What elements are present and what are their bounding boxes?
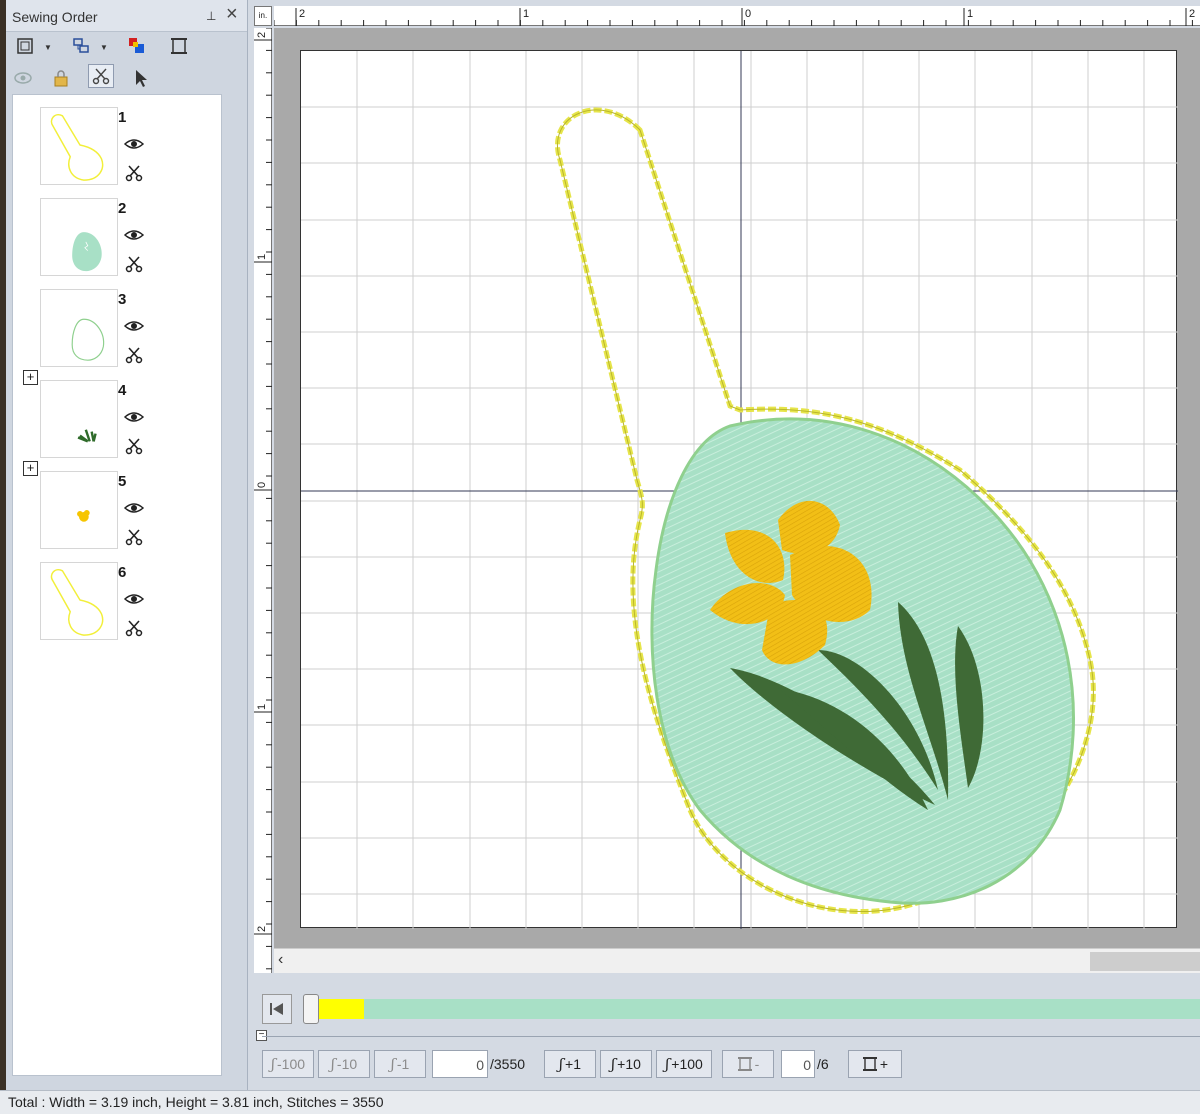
ruler-unit: in. bbox=[254, 6, 272, 26]
ruler-label: 2 bbox=[256, 32, 268, 38]
sewing-order-list: 1 2 3 + 4 + 5 6 bbox=[12, 94, 222, 1076]
sewing-order-item[interactable]: + 5 bbox=[13, 459, 223, 549]
button-label: + bbox=[879, 1056, 889, 1072]
color-block-thumbnail[interactable] bbox=[40, 107, 118, 185]
button-label: +10 bbox=[617, 1056, 641, 1072]
color-block-number: 4 bbox=[118, 382, 127, 399]
scrollbar-thumb[interactable] bbox=[1090, 952, 1200, 971]
seek-start-icon bbox=[270, 1003, 283, 1015]
sewing-order-item[interactable]: 1 bbox=[13, 95, 223, 185]
stitch-plus-10-button[interactable]: ʃ +10 bbox=[600, 1050, 652, 1078]
progress-slider-handle[interactable] bbox=[303, 994, 319, 1024]
stitch-plus-1-button[interactable]: ʃ +1 bbox=[544, 1050, 596, 1078]
ruler-label: 1 bbox=[256, 254, 268, 260]
stitch-number-field[interactable]: 0 bbox=[432, 1050, 488, 1078]
ruler-label: 1 bbox=[523, 8, 529, 20]
scroll-left-icon[interactable]: ‹ bbox=[278, 951, 283, 969]
stitch-progress-bar[interactable] bbox=[318, 999, 1200, 1019]
lock-icon[interactable] bbox=[48, 66, 74, 90]
color-block-number: 3 bbox=[118, 291, 127, 308]
color-block-number: 6 bbox=[118, 564, 127, 581]
scissors-icon[interactable] bbox=[125, 255, 143, 273]
ruler-top: 2 1 0 1 2 bbox=[274, 6, 1200, 26]
sewing-order-item[interactable]: 3 bbox=[13, 277, 223, 367]
embroidery-design[interactable] bbox=[300, 50, 1177, 928]
button-label: +100 bbox=[671, 1056, 703, 1072]
group-icon[interactable] bbox=[68, 34, 94, 58]
eye-icon[interactable] bbox=[10, 66, 36, 90]
color-total: /6 bbox=[817, 1056, 829, 1072]
sewing-order-item[interactable]: + 4 bbox=[13, 368, 223, 458]
ruler-label: 0 bbox=[745, 8, 751, 20]
ruler-label: 2 bbox=[299, 8, 305, 20]
color-sort-icon[interactable] bbox=[124, 34, 150, 58]
egg-fill bbox=[650, 417, 1075, 905]
button-label: +1 bbox=[565, 1056, 582, 1072]
button-label: -1 bbox=[396, 1056, 410, 1072]
color-block-number: 5 bbox=[118, 473, 127, 490]
sewing-order-item[interactable]: 2 bbox=[13, 186, 223, 276]
ruler-label: 2 bbox=[256, 926, 268, 932]
color-block-thumbnail[interactable] bbox=[40, 562, 118, 640]
cursor-icon[interactable] bbox=[128, 66, 154, 90]
scissors-icon[interactable] bbox=[88, 64, 114, 88]
scissors-icon[interactable] bbox=[125, 437, 143, 455]
color-block-thumbnail[interactable] bbox=[40, 289, 118, 367]
eye-icon[interactable] bbox=[124, 228, 144, 242]
stitch-minus-100-button[interactable]: ʃ -100 bbox=[262, 1050, 314, 1078]
stitch-plus-100-button[interactable]: ʃ +100 bbox=[656, 1050, 712, 1078]
horizontal-scrollbar[interactable]: ‹ bbox=[274, 948, 1200, 973]
ruler-label: 1 bbox=[256, 704, 268, 710]
stitch-minus-10-button[interactable]: ʃ -10 bbox=[318, 1050, 370, 1078]
eye-icon[interactable] bbox=[124, 137, 144, 151]
select-all-icon[interactable] bbox=[12, 34, 38, 58]
sewing-order-panel: Sewing Order ⊥ × ▼ ▼ 1 2 3 + 4 + 5 6 bbox=[6, 0, 248, 1090]
ruler-label: 1 bbox=[967, 8, 973, 20]
color-block-thumbnail[interactable] bbox=[40, 471, 118, 549]
eye-icon[interactable] bbox=[124, 410, 144, 424]
status-bar: Total : Width = 3.19 inch, Height = 3.81… bbox=[0, 1090, 1200, 1114]
panel-title: Sewing Order bbox=[12, 9, 98, 25]
panel-header: Sewing Order ⊥ × bbox=[6, 0, 247, 32]
expand-icon[interactable]: + bbox=[23, 461, 38, 476]
chevron-down-icon[interactable]: ▼ bbox=[100, 43, 108, 52]
color-block-number: 2 bbox=[118, 200, 127, 217]
expand-icon[interactable]: + bbox=[23, 370, 38, 385]
stitch-total: /3550 bbox=[490, 1056, 526, 1072]
stitch-minus-1-button[interactable]: ʃ -1 bbox=[374, 1050, 426, 1078]
frame-icon[interactable] bbox=[166, 34, 192, 58]
button-label: -100 bbox=[277, 1056, 306, 1072]
color-block-thumbnail[interactable] bbox=[40, 380, 118, 458]
pin-icon[interactable]: ⊥ bbox=[206, 9, 216, 23]
thread-spool-icon bbox=[862, 1057, 877, 1071]
color-number-field[interactable]: 0 bbox=[781, 1050, 815, 1078]
scissors-icon[interactable] bbox=[125, 346, 143, 364]
scissors-icon[interactable] bbox=[125, 619, 143, 637]
color-minus-button[interactable]: - bbox=[722, 1050, 774, 1078]
ruler-left: 2 1 0 1 2 bbox=[254, 28, 272, 973]
scissors-icon[interactable] bbox=[125, 164, 143, 182]
button-label: - bbox=[754, 1056, 760, 1072]
eye-icon[interactable] bbox=[124, 592, 144, 606]
chevron-down-icon[interactable]: ▼ bbox=[44, 43, 52, 52]
button-label: -10 bbox=[336, 1056, 358, 1072]
scissors-icon[interactable] bbox=[125, 528, 143, 546]
close-icon[interactable]: × bbox=[226, 4, 238, 24]
separator bbox=[262, 1036, 1200, 1037]
ruler-label: 2 bbox=[1189, 8, 1195, 20]
color-plus-button[interactable]: + bbox=[848, 1050, 902, 1078]
eye-icon[interactable] bbox=[124, 319, 144, 333]
color-block-number: 1 bbox=[118, 109, 127, 126]
ruler-label: 0 bbox=[256, 482, 268, 488]
color-block-thumbnail[interactable] bbox=[40, 198, 118, 276]
seek-start-button[interactable] bbox=[262, 994, 292, 1024]
eye-icon[interactable] bbox=[124, 501, 144, 515]
thread-spool-icon bbox=[737, 1057, 752, 1071]
progress-fill bbox=[318, 999, 364, 1019]
sewing-order-item[interactable]: 6 bbox=[13, 550, 223, 640]
